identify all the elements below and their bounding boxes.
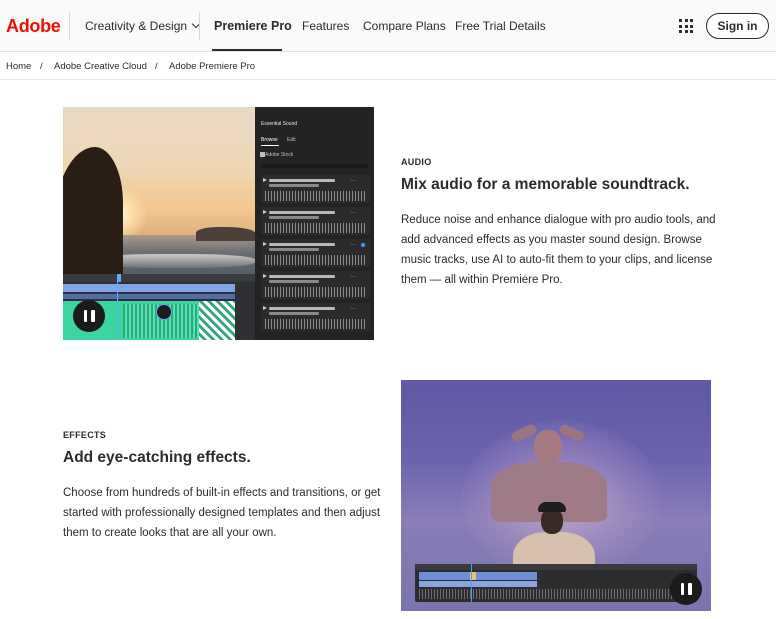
effects-timeline [415, 564, 697, 602]
waveform [265, 223, 365, 233]
panel-stock-label: Adobe Stock [265, 152, 294, 158]
more-icon: ··· [351, 210, 356, 216]
breadcrumb-separator: / [155, 61, 158, 72]
waveform [265, 255, 365, 265]
sign-in-button[interactable]: Sign in [706, 13, 769, 39]
waveform [265, 319, 365, 329]
nav-divider [69, 12, 70, 40]
nav-compare-plans[interactable]: Compare Plans [363, 0, 446, 52]
pause-icon [680, 583, 684, 595]
effects-eyebrow: EFFECTS [63, 430, 107, 440]
panel-tab-edit: Edit [287, 137, 296, 143]
more-icon: ··· [351, 178, 356, 184]
pause-button[interactable] [670, 573, 702, 605]
play-icon [263, 210, 267, 214]
pause-button[interactable] [73, 300, 105, 332]
nav-premiere-pro[interactable]: Premiere Pro [214, 0, 292, 52]
more-icon: ··· [351, 242, 356, 248]
music-track: ··· [261, 239, 370, 267]
play-icon [263, 242, 267, 246]
adobe-logo-link[interactable]: Adobe [6, 14, 61, 38]
nav-divider [199, 12, 200, 40]
fx-knob-icon [156, 304, 172, 320]
selected-dot-icon [361, 243, 365, 247]
essential-sound-panel: Essential Sound Browse Edit Adobe Stock … [255, 107, 374, 340]
nav-features[interactable]: Features [302, 0, 349, 52]
audio-demo-video: Essential Sound Browse Edit Adobe Stock … [63, 107, 374, 340]
more-icon: ··· [351, 306, 356, 312]
creativity-design-menu[interactable]: Creativity & Design [85, 0, 201, 52]
waveform [265, 287, 365, 297]
play-icon [263, 274, 267, 278]
adobe-logo: Adobe [6, 15, 61, 36]
app-switcher-icon[interactable] [679, 19, 693, 33]
play-icon [263, 306, 267, 310]
panel-title: Essential Sound [261, 121, 298, 127]
pause-icon [83, 310, 87, 322]
nav-free-trial-details[interactable]: Free Trial Details [455, 0, 546, 52]
play-icon [263, 178, 267, 182]
audio-heading: Mix audio for a memorable soundtrack. [401, 176, 690, 193]
audio-eyebrow: AUDIO [401, 157, 432, 167]
music-track: ··· [261, 207, 370, 235]
panel-tab-browse: Browse [261, 137, 278, 143]
creativity-design-label: Creativity & Design [85, 19, 188, 33]
more-icon: ··· [351, 274, 356, 280]
music-track: ··· [261, 271, 370, 299]
global-nav: Adobe Creativity & Design Premiere Pro F… [0, 0, 776, 52]
audio-description: Reduce noise and enhance dialogue with p… [401, 214, 716, 286]
effects-heading: Add eye-catching effects. [63, 449, 251, 466]
breadcrumb-current: Adobe Premiere Pro [169, 61, 256, 72]
waveform [419, 589, 679, 599]
effects-description: Choose from hundreds of built-in effects… [63, 487, 381, 539]
breadcrumb-separator: / [40, 61, 43, 72]
breadcrumb-home[interactable]: Home [6, 53, 31, 80]
music-track: ··· [261, 303, 370, 331]
music-track: ··· [261, 175, 370, 203]
active-nav-indicator [212, 49, 282, 51]
effects-demo-video [401, 380, 711, 611]
breadcrumb: Home / Adobe Creative Cloud / Adobe Prem… [0, 53, 776, 80]
breadcrumb-creative-cloud[interactable]: Adobe Creative Cloud [54, 53, 147, 80]
person-figure [538, 502, 566, 512]
waveform [265, 191, 365, 201]
